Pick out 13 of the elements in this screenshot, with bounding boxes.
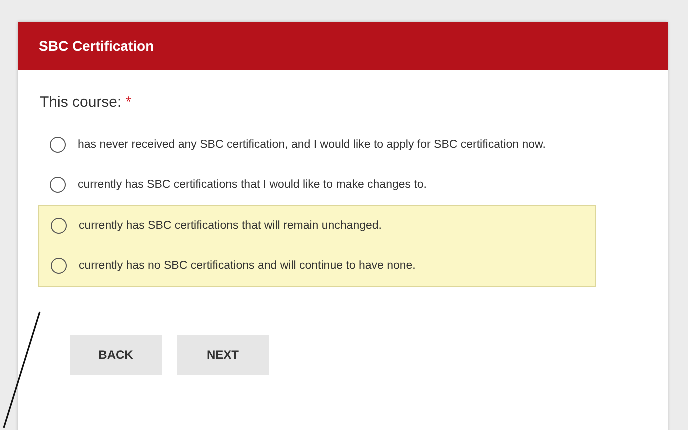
option-label: currently has SBC certifications that I would like to make changes to. (78, 178, 428, 193)
radio-button[interactable] (51, 218, 67, 234)
back-button[interactable]: BACK (70, 335, 162, 375)
card-title: SBC Certification (39, 38, 154, 54)
option-label: has never received any SBC certification, and I would like to apply for SBC certification now. (78, 138, 547, 153)
radio-button[interactable] (50, 177, 66, 193)
next-button[interactable]: NEXT (177, 335, 269, 375)
radio-button[interactable] (50, 137, 66, 153)
option-label: currently has SBC certifications that will remain unchanged. (79, 219, 383, 234)
option-label: currently has no SBC certifications and will continue to have none. (79, 259, 417, 274)
required-mark: * (126, 94, 132, 111)
radio-button[interactable] (51, 258, 67, 274)
question-label: This course: (40, 94, 122, 111)
